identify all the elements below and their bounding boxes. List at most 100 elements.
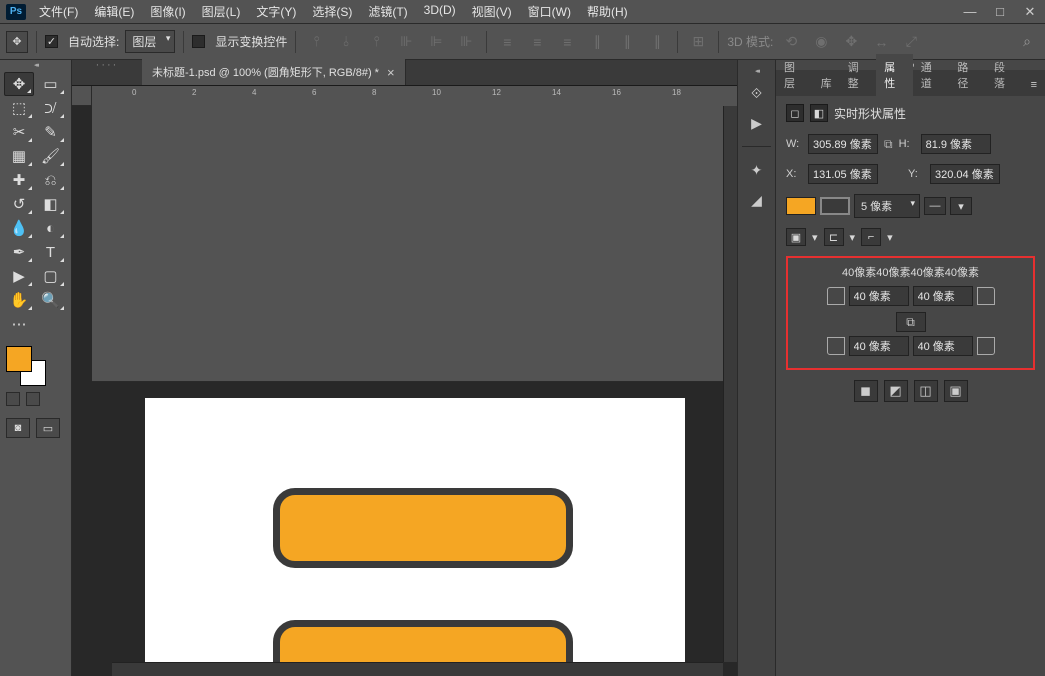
type-tool[interactable]: T bbox=[36, 240, 66, 264]
tab-layers[interactable]: 图层 bbox=[776, 54, 813, 96]
panel-menu-icon[interactable]: ≡ bbox=[1023, 74, 1045, 96]
tab-adjustments[interactable]: 调整 bbox=[840, 54, 877, 96]
fill-color-swatch[interactable] bbox=[786, 197, 816, 215]
corner-radius-section: 40像素40像素40像素40像素 ⧉ bbox=[786, 256, 1035, 370]
doc-drag-handle[interactable] bbox=[72, 60, 142, 70]
menu-layer[interactable]: 图层(L) bbox=[195, 0, 248, 24]
brush-tool[interactable]: 🖌 bbox=[36, 144, 66, 168]
close-document-icon[interactable]: × bbox=[387, 65, 395, 80]
swap-colors[interactable] bbox=[26, 392, 40, 406]
menu-select[interactable]: 选择(S) bbox=[305, 0, 359, 24]
stroke-corners-select[interactable]: ⌐ bbox=[861, 228, 881, 246]
clone-tool[interactable]: ⎌ bbox=[36, 168, 66, 192]
default-colors[interactable] bbox=[6, 392, 20, 406]
dock-collapse-handle[interactable] bbox=[738, 66, 775, 76]
search-icon[interactable]: ⌕ bbox=[1015, 30, 1039, 54]
close-button[interactable]: ✕ bbox=[1015, 1, 1045, 23]
foreground-color[interactable] bbox=[6, 346, 32, 372]
corner-tr-input[interactable] bbox=[913, 286, 973, 306]
document-tab[interactable]: 未标题-1.psd @ 100% (圆角矩形下, RGB/8#) * × bbox=[142, 59, 406, 85]
menu-3d[interactable]: 3D(D) bbox=[417, 0, 463, 24]
eyedropper-tool[interactable]: ✎ bbox=[36, 120, 66, 144]
stroke-color-swatch[interactable] bbox=[820, 197, 850, 215]
menu-window[interactable]: 窗口(W) bbox=[521, 0, 578, 24]
rounded-rect-shape-1[interactable] bbox=[273, 488, 573, 568]
y-input[interactable] bbox=[930, 164, 1000, 184]
3d-scale-icon: ⤢ bbox=[899, 30, 923, 54]
main-menu: 文件(F) 编辑(E) 图像(I) 图层(L) 文字(Y) 选择(S) 滤镜(T… bbox=[32, 0, 635, 24]
properties-title: 实时形状属性 bbox=[834, 105, 906, 122]
panel-tabs: 图层 库 调整 属性 通道 路径 段落 ≡ bbox=[776, 70, 1045, 96]
3d-slide-icon: ↔ bbox=[869, 30, 893, 54]
quick-mask-toggle[interactable]: ◙ bbox=[6, 418, 30, 438]
hand-tool[interactable]: ✋ bbox=[4, 288, 34, 312]
distribute-left-icon: ∥ bbox=[585, 30, 609, 54]
tab-paths[interactable]: 路径 bbox=[949, 54, 986, 96]
minimize-button[interactable]: — bbox=[955, 1, 985, 23]
artboard-tool[interactable]: ▭ bbox=[36, 72, 66, 96]
menu-edit[interactable]: 编辑(E) bbox=[87, 0, 141, 24]
spot-heal-tool[interactable]: ✚ bbox=[4, 168, 34, 192]
lasso-tool[interactable]: ⟉ bbox=[36, 96, 66, 120]
menu-filter[interactable]: 滤镜(T) bbox=[361, 0, 414, 24]
width-input[interactable] bbox=[808, 134, 878, 154]
ruler-corner bbox=[72, 86, 92, 106]
menu-type[interactable]: 文字(Y) bbox=[249, 0, 303, 24]
zoom-tool[interactable]: 🔍 bbox=[36, 288, 66, 312]
link-wh-icon[interactable]: ⧉ bbox=[884, 137, 893, 152]
blur-tool[interactable]: 💧 bbox=[4, 216, 34, 240]
stroke-options-menu[interactable]: ▾ bbox=[950, 197, 972, 215]
stroke-width-select[interactable]: 5 像素 bbox=[854, 194, 920, 218]
crop-tool[interactable]: ✂ bbox=[4, 120, 34, 144]
tab-channels[interactable]: 通道 bbox=[913, 54, 950, 96]
canvas[interactable] bbox=[145, 398, 685, 676]
menu-file[interactable]: 文件(F) bbox=[32, 0, 85, 24]
tool-preset-picker[interactable]: ✥ bbox=[6, 31, 28, 53]
tab-properties[interactable]: 属性 bbox=[876, 54, 913, 96]
history-brush-tool[interactable]: ↺ bbox=[4, 192, 34, 216]
menu-image[interactable]: 图像(I) bbox=[143, 0, 192, 24]
stroke-style-select[interactable]: — bbox=[924, 197, 946, 215]
combine-shapes-button[interactable]: ◼ bbox=[854, 380, 878, 402]
shape-tool[interactable]: ▢ bbox=[36, 264, 66, 288]
tab-paragraph[interactable]: 段落 bbox=[986, 54, 1023, 96]
intersect-shapes-button[interactable]: ◫ bbox=[914, 380, 938, 402]
subtract-shapes-button[interactable]: ◩ bbox=[884, 380, 908, 402]
horizontal-ruler[interactable]: 0 2 4 6 8 10 12 14 16 18 bbox=[92, 86, 737, 382]
marquee-tool[interactable]: ⬚ bbox=[4, 96, 34, 120]
stroke-align-select[interactable]: ▣ bbox=[786, 228, 806, 246]
maximize-button[interactable]: □ bbox=[985, 1, 1015, 23]
exclude-shapes-button[interactable]: ▣ bbox=[944, 380, 968, 402]
canvas-viewport[interactable] bbox=[92, 382, 737, 676]
corner-br-input[interactable] bbox=[913, 336, 973, 356]
path-select-tool[interactable]: ▶ bbox=[4, 264, 34, 288]
vertical-scrollbar[interactable] bbox=[723, 106, 737, 662]
show-transform-checkbox[interactable] bbox=[192, 35, 205, 48]
mask-mode-icon[interactable]: ◧ bbox=[810, 104, 828, 122]
marquee-rect-tool[interactable]: ▦ bbox=[4, 144, 34, 168]
shape-mode-icon[interactable]: ◻ bbox=[786, 104, 804, 122]
move-tool[interactable]: ✥ bbox=[4, 72, 34, 96]
dodge-tool[interactable]: ◐ bbox=[36, 216, 66, 240]
screen-mode-toggle[interactable]: ▭ bbox=[36, 418, 60, 438]
link-corners-button[interactable]: ⧉ bbox=[896, 312, 926, 332]
x-input[interactable] bbox=[808, 164, 878, 184]
edit-toolbar[interactable]: ⋯ bbox=[4, 312, 34, 336]
history-panel-icon[interactable]: ⟐ bbox=[743, 80, 771, 106]
menu-view[interactable]: 视图(V) bbox=[465, 0, 519, 24]
corner-bl-input[interactable] bbox=[849, 336, 909, 356]
pen-tool[interactable]: ✒ bbox=[4, 240, 34, 264]
histogram-panel-icon[interactable]: ◢ bbox=[743, 187, 771, 213]
auto-select-target[interactable]: 图层 bbox=[125, 30, 175, 53]
horizontal-scrollbar[interactable] bbox=[112, 662, 723, 676]
corner-tl-input[interactable] bbox=[849, 286, 909, 306]
tab-libraries[interactable]: 库 bbox=[813, 70, 840, 96]
tools-collapse-handle[interactable] bbox=[0, 60, 71, 70]
stroke-caps-select[interactable]: ⊏ bbox=[824, 228, 844, 246]
actions-panel-icon[interactable]: ▶ bbox=[743, 110, 771, 136]
height-input[interactable] bbox=[921, 134, 991, 154]
auto-select-checkbox[interactable]: ✓ bbox=[45, 35, 58, 48]
menu-help[interactable]: 帮助(H) bbox=[580, 0, 635, 24]
navigator-panel-icon[interactable]: ✦ bbox=[743, 157, 771, 183]
gradient-tool[interactable]: ◧ bbox=[36, 192, 66, 216]
